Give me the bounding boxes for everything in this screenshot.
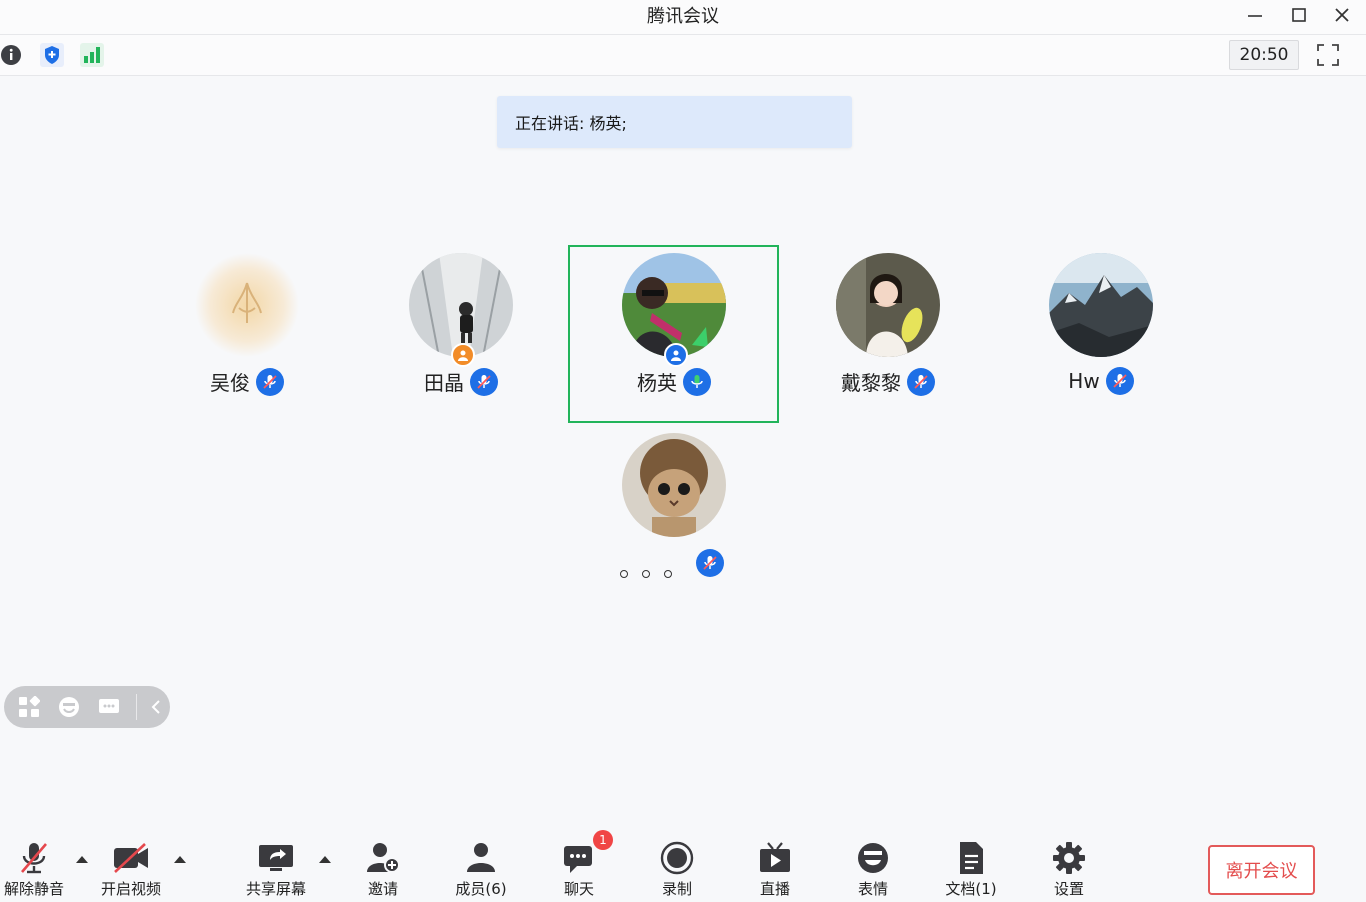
- docs-button[interactable]: 文档(1): [931, 840, 1011, 902]
- settings-label: 设置: [1053, 880, 1084, 898]
- avatar: [622, 433, 726, 537]
- fullscreen-icon[interactable]: [1316, 43, 1340, 71]
- live-button[interactable]: 直播: [735, 840, 815, 902]
- speaking-banner: 正在讲话: 杨英;: [497, 96, 852, 148]
- chat-bubble-icon[interactable]: [96, 694, 122, 720]
- participant-tile[interactable]: 戴黎黎: [798, 245, 978, 405]
- mic-muted-icon: [1105, 367, 1134, 395]
- emoji-label: 表情: [857, 880, 888, 898]
- close-icon: [1335, 8, 1349, 22]
- bottom-toolbar: 解除静音 开启视频 共享屏幕 邀请 成员(6) 1 聊天 录制 直播 表情 文档…: [0, 830, 1366, 902]
- avatar: [409, 253, 513, 357]
- maximize-button[interactable]: [1284, 2, 1314, 28]
- emoji-icon: [855, 840, 891, 876]
- chat-button[interactable]: 1 聊天: [539, 830, 619, 902]
- members-icon: [463, 840, 499, 876]
- participant-tile[interactable]: 田晶: [371, 245, 551, 405]
- document-icon: [953, 840, 989, 876]
- chat-label: 聊天: [563, 880, 594, 898]
- start-video-button[interactable]: 开启视频: [91, 840, 171, 902]
- window-title: 腾讯会议: [647, 6, 719, 27]
- audio-options-caret[interactable]: [76, 856, 88, 863]
- title-bar: 腾讯会议: [0, 0, 1366, 35]
- start-video-label: 开启视频: [100, 880, 161, 898]
- share-screen-icon: [256, 840, 296, 876]
- host-icon: [451, 343, 475, 367]
- live-label: 直播: [759, 880, 790, 898]
- layout-grid-icon[interactable]: [16, 694, 42, 720]
- video-options-caret[interactable]: [174, 856, 186, 863]
- participant-tile[interactable]: Hw: [1011, 245, 1191, 405]
- chat-icon: 1: [561, 830, 613, 876]
- close-button[interactable]: [1327, 2, 1357, 28]
- avatar: [622, 253, 726, 357]
- mic-muted-icon: [256, 367, 284, 396]
- minimize-icon: [1248, 15, 1262, 17]
- participant-name: 戴黎黎: [841, 371, 901, 395]
- record-icon: [659, 840, 695, 876]
- minimize-button[interactable]: [1240, 2, 1270, 28]
- share-options-caret[interactable]: [319, 856, 331, 863]
- participant-name: 吴俊: [210, 371, 250, 395]
- participant-name: 田晶: [424, 371, 464, 395]
- meeting-info-bar: 20:50: [0, 35, 1366, 76]
- mic-muted-icon: [16, 840, 52, 876]
- record-label: 录制: [661, 880, 692, 898]
- docs-label: 文档(1): [945, 880, 997, 898]
- emoji-button[interactable]: 表情: [833, 840, 913, 902]
- participant-name: 杨英: [637, 371, 677, 395]
- reaction-icon[interactable]: [56, 694, 82, 720]
- leave-meeting-button[interactable]: 离开会议: [1208, 845, 1315, 895]
- meeting-duration: 20:50: [1229, 40, 1299, 70]
- participant-name: Hw: [1068, 369, 1100, 393]
- add-user-icon: [365, 840, 401, 876]
- live-tv-icon: [757, 840, 793, 876]
- collapse-chevron-icon[interactable]: [136, 694, 169, 720]
- unmute-button[interactable]: 解除静音: [0, 840, 74, 902]
- avatar: [836, 253, 940, 357]
- members-button[interactable]: 成员(6): [441, 840, 521, 902]
- settings-button[interactable]: 设置: [1029, 840, 1109, 902]
- share-screen-button[interactable]: 共享屏幕: [236, 840, 316, 902]
- signal-strength-icon[interactable]: [80, 43, 104, 71]
- mic-active-icon: [683, 367, 711, 396]
- share-screen-label: 共享屏幕: [245, 880, 306, 898]
- mic-muted-icon: [470, 367, 498, 396]
- avatar: [1049, 253, 1153, 357]
- mic-muted-icon: [907, 367, 935, 396]
- mic-muted-icon: [696, 549, 724, 577]
- participant-tile[interactable]: 吴俊: [157, 245, 337, 405]
- participant-tile-active[interactable]: 杨英: [584, 245, 764, 405]
- cohost-icon: [664, 343, 688, 367]
- gear-icon: [1051, 840, 1087, 876]
- members-label: 成员(6): [455, 880, 507, 898]
- participant-tile[interactable]: 。。。: [584, 425, 764, 585]
- info-icon[interactable]: [0, 44, 22, 70]
- record-button[interactable]: 录制: [637, 840, 717, 902]
- chat-unread-badge: 1: [593, 830, 613, 850]
- invite-button[interactable]: 邀请: [343, 840, 423, 902]
- video-off-icon: [111, 840, 151, 876]
- shield-icon[interactable]: [40, 43, 64, 71]
- unmute-label: 解除静音: [3, 880, 64, 898]
- avatar: [195, 253, 299, 357]
- invite-label: 邀请: [367, 880, 398, 898]
- layout-control-pill: [4, 686, 170, 728]
- speaking-text: 正在讲话: 杨英;: [515, 114, 627, 133]
- participant-name-dots: [620, 570, 672, 578]
- maximize-icon: [1292, 8, 1306, 22]
